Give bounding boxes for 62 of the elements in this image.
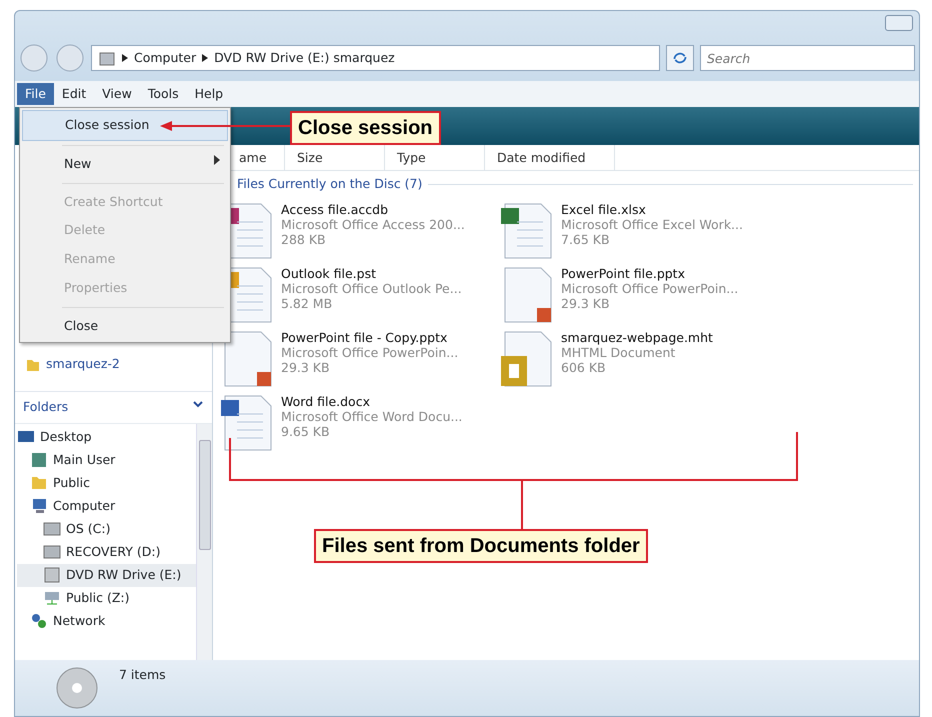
file-size: 9.65 KB	[281, 424, 331, 439]
tree-item[interactable]: DVD RW Drive (E:)	[17, 564, 196, 587]
file-size: 606 KB	[561, 360, 607, 375]
file-type: Microsoft Office Outlook Pe...	[281, 280, 462, 296]
file-name[interactable]: smarquez-webpage.mht	[561, 330, 713, 345]
file-type: MHTML Document	[561, 344, 676, 360]
restore-button[interactable]	[885, 15, 913, 31]
menu-item[interactable]: Edit	[54, 82, 94, 106]
callout-label: Close session	[290, 111, 441, 145]
tree-item[interactable]: RECOVERY (D:)	[17, 540, 196, 564]
file-type: Microsoft Office PowerPoin...	[281, 344, 458, 360]
menu-item[interactable]: File	[17, 82, 54, 106]
tree-item[interactable]: Computer	[17, 494, 196, 518]
forward-button[interactable]	[55, 44, 85, 72]
menu-item[interactable]: Help	[186, 82, 232, 106]
scrollbar[interactable]	[196, 424, 212, 660]
tree-item[interactable]: OS (C:)	[17, 518, 196, 541]
menu-item[interactable]: Close session	[22, 110, 228, 141]
address-bar[interactable]: Computer DVD RW Drive (E:) smarquez	[91, 45, 660, 71]
tree-item[interactable]: Main User	[17, 448, 196, 472]
file-name[interactable]: Outlook file.pst	[281, 266, 462, 281]
menu-item[interactable]: View	[94, 82, 140, 106]
file-type: Microsoft Office PowerPoin...	[561, 280, 738, 296]
callout-label: Files sent from Documents folder	[314, 529, 648, 563]
tree-item[interactable]: Public (Z:)	[17, 586, 196, 610]
file-type: Microsoft Office Word Docu...	[281, 408, 462, 424]
file-size: 5.82 MB	[281, 296, 334, 311]
breadcrumb[interactable]: DVD RW Drive (E:) smarquez	[214, 48, 395, 68]
disc-icon	[55, 666, 99, 710]
tree-item[interactable]: Network	[17, 610, 196, 633]
column-header[interactable]: Date modified	[485, 145, 615, 170]
user-icon	[30, 451, 48, 470]
file-size: 7.65 KB	[561, 232, 611, 247]
breadcrumb[interactable]: Computer	[134, 48, 196, 68]
menu-item[interactable]: Tools	[140, 82, 187, 106]
favorite-link[interactable]: smarquez-2	[46, 355, 120, 374]
tree-item[interactable]: Desktop	[17, 426, 196, 449]
caret-icon	[202, 54, 208, 62]
file-name[interactable]: Word file.docx	[281, 394, 462, 409]
tree-item[interactable]: Public	[17, 472, 196, 495]
file-type: Microsoft Office Excel Work...	[561, 216, 743, 232]
network-icon	[30, 612, 48, 630]
file-name[interactable]: Excel file.xlsx	[561, 202, 743, 217]
file-name[interactable]: PowerPoint file.pptx	[561, 266, 738, 281]
network-drive-icon	[43, 589, 61, 608]
file-name[interactable]: PowerPoint file - Copy.pptx	[281, 330, 458, 345]
menu-item[interactable]: Close	[22, 312, 228, 340]
search-field[interactable]: Search	[700, 45, 915, 71]
file-size: 29.3 KB	[561, 296, 611, 311]
file-size: 288 KB	[281, 232, 327, 247]
refresh-button[interactable]	[666, 45, 694, 71]
drive-icon	[43, 566, 61, 584]
caret-icon	[122, 54, 128, 62]
back-button[interactable]	[19, 44, 49, 72]
file-size: 29.3 KB	[281, 360, 331, 375]
status-text: 7 items	[119, 666, 166, 684]
drive-icon	[43, 543, 61, 562]
file-name[interactable]: Access file.accdb	[281, 202, 465, 217]
folders-header[interactable]: Folders	[15, 391, 212, 424]
drive-icon	[43, 520, 61, 538]
file-type: Microsoft Office Access 200...	[281, 216, 465, 232]
computer-icon	[30, 497, 48, 516]
